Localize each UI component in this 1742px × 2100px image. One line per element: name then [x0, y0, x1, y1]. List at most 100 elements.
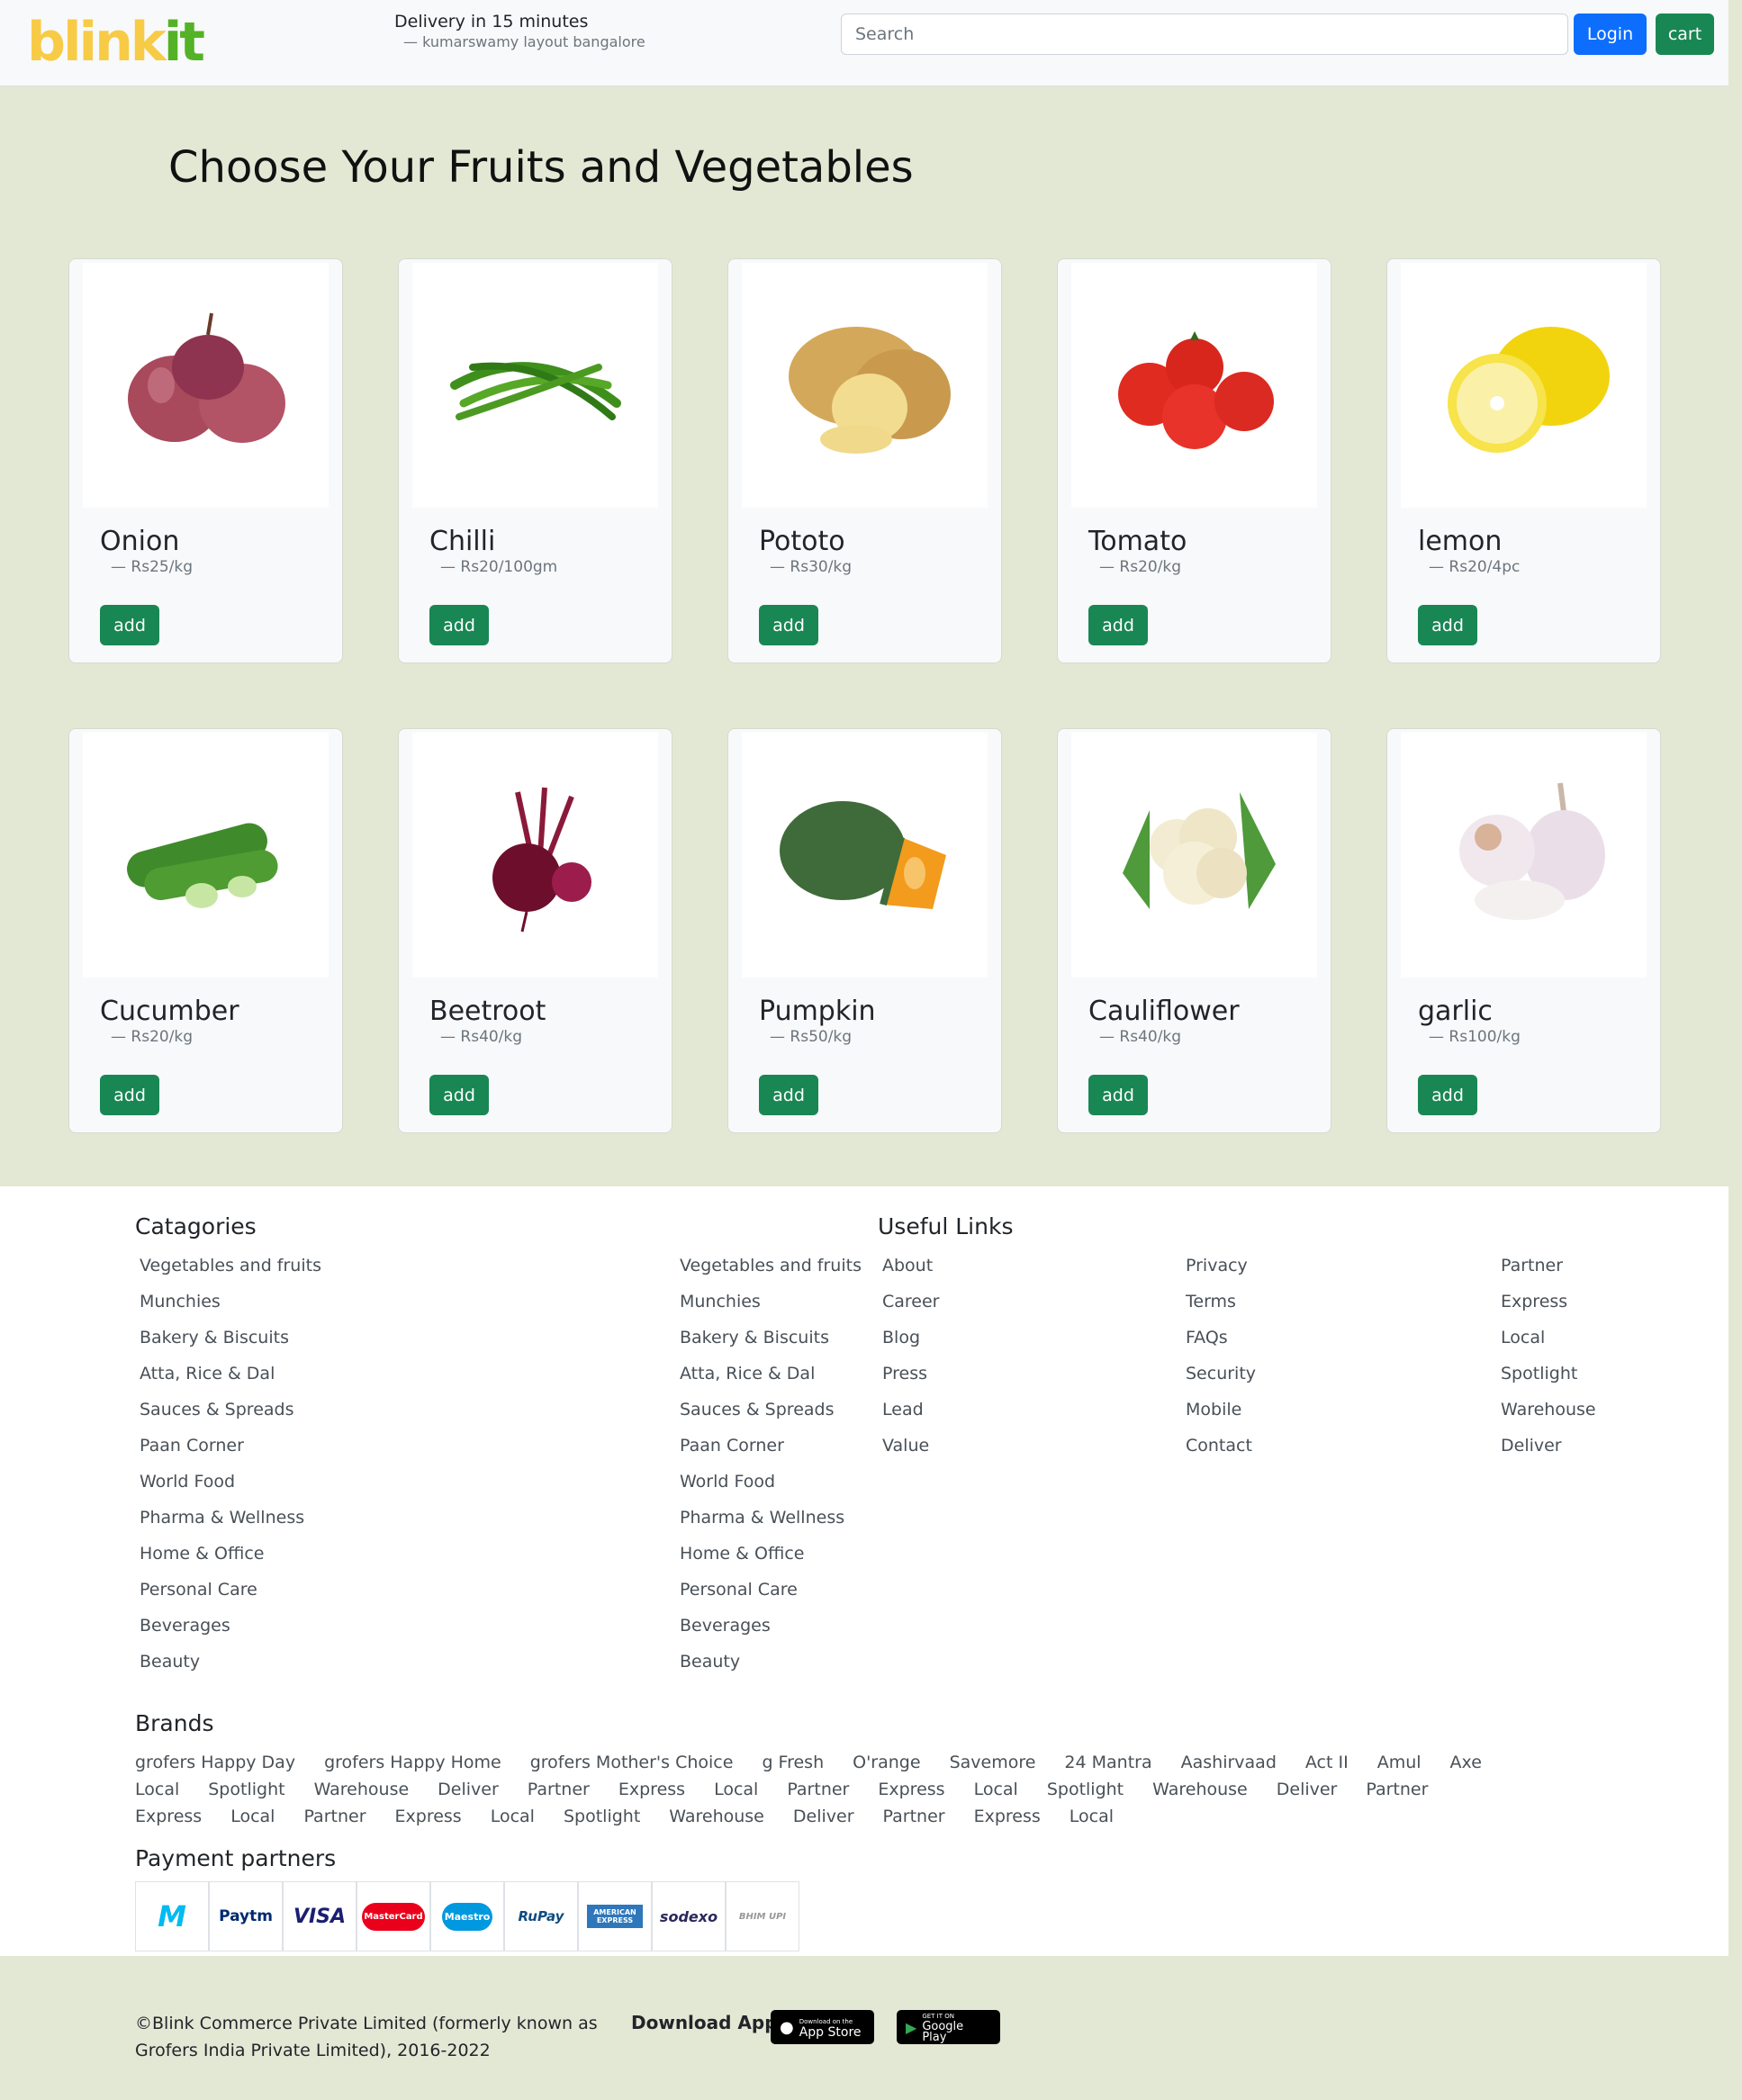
category-link[interactable]: Bakery & Biscuits: [140, 1325, 321, 1361]
brand-link[interactable]: grofers Mother's Choice: [530, 1749, 734, 1776]
useful-link[interactable]: Express: [1501, 1289, 1596, 1325]
google-play-badge[interactable]: ▶ GET IT ON Google Play: [897, 2010, 1000, 2044]
add-to-cart-button[interactable]: add: [1418, 1075, 1477, 1115]
brand-link[interactable]: Express: [395, 1803, 462, 1830]
useful-link[interactable]: FAQs: [1186, 1325, 1256, 1361]
blinkit-logo[interactable]: blinkit: [27, 11, 205, 74]
brand-link[interactable]: Deliver: [438, 1776, 499, 1803]
brand-link[interactable]: Amul: [1377, 1749, 1422, 1776]
app-store-badge[interactable]: ● Download on the App Store: [771, 2010, 874, 2044]
brand-link[interactable]: Warehouse: [669, 1803, 764, 1830]
brand-link[interactable]: Local: [230, 1803, 275, 1830]
useful-link[interactable]: Press: [882, 1361, 940, 1397]
add-to-cart-button[interactable]: add: [1088, 1075, 1148, 1115]
brand-link[interactable]: Partner: [787, 1776, 849, 1803]
category-link[interactable]: Munchies: [140, 1289, 321, 1325]
category-link[interactable]: Pharma & Wellness: [680, 1505, 862, 1541]
useful-link[interactable]: Terms: [1186, 1289, 1256, 1325]
useful-link[interactable]: Blog: [882, 1325, 940, 1361]
brand-link[interactable]: Local: [974, 1776, 1018, 1803]
brand-link[interactable]: Savemore: [950, 1749, 1036, 1776]
brand-link[interactable]: Act II: [1305, 1749, 1349, 1776]
useful-link[interactable]: Career: [882, 1289, 940, 1325]
brand-link[interactable]: Partner: [1366, 1776, 1428, 1803]
category-link[interactable]: Beverages: [680, 1613, 862, 1649]
add-to-cart-button[interactable]: add: [1418, 605, 1477, 645]
useful-links-list-1: About Career Blog Press Lead Value: [882, 1253, 940, 1469]
cart-button[interactable]: cart: [1656, 14, 1714, 55]
brand-link[interactable]: Axe: [1450, 1749, 1482, 1776]
brand-link[interactable]: Partner: [528, 1776, 590, 1803]
brand-link[interactable]: Deliver: [793, 1803, 854, 1830]
add-to-cart-button[interactable]: add: [100, 605, 159, 645]
category-link[interactable]: Vegetables and fruits: [680, 1253, 862, 1289]
category-link[interactable]: Paan Corner: [680, 1433, 862, 1469]
category-link[interactable]: Personal Care: [140, 1577, 321, 1613]
brand-link[interactable]: Express: [618, 1776, 685, 1803]
useful-link[interactable]: Security: [1186, 1361, 1256, 1397]
category-link[interactable]: Atta, Rice & Dal: [140, 1361, 321, 1397]
product-price: — Rs20/kg: [111, 1028, 194, 1046]
brand-link[interactable]: Warehouse: [1152, 1776, 1248, 1803]
category-link[interactable]: Bakery & Biscuits: [680, 1325, 862, 1361]
login-button[interactable]: Login: [1574, 14, 1647, 55]
brand-link[interactable]: Local: [1070, 1803, 1114, 1830]
category-link[interactable]: Paan Corner: [140, 1433, 321, 1469]
brand-link[interactable]: O'range: [853, 1749, 920, 1776]
brand-link[interactable]: Partner: [303, 1803, 366, 1830]
brand-link[interactable]: g Fresh: [762, 1749, 824, 1776]
category-link[interactable]: Beverages: [140, 1613, 321, 1649]
category-link[interactable]: Beauty: [140, 1649, 321, 1685]
category-link[interactable]: Home & Office: [680, 1541, 862, 1577]
add-to-cart-button[interactable]: add: [1088, 605, 1148, 645]
category-link[interactable]: Pharma & Wellness: [140, 1505, 321, 1541]
brand-link[interactable]: Warehouse: [314, 1776, 410, 1803]
cucumber-image: [83, 733, 329, 978]
category-link[interactable]: World Food: [680, 1469, 862, 1505]
brand-link[interactable]: Express: [974, 1803, 1041, 1830]
category-link[interactable]: Personal Care: [680, 1577, 862, 1613]
useful-link[interactable]: Deliver: [1501, 1433, 1596, 1469]
category-link[interactable]: Sauces & Spreads: [680, 1397, 862, 1433]
useful-link[interactable]: Local: [1501, 1325, 1596, 1361]
search-input[interactable]: [841, 14, 1568, 55]
category-link[interactable]: Munchies: [680, 1289, 862, 1325]
useful-link[interactable]: Warehouse: [1501, 1397, 1596, 1433]
useful-link[interactable]: Value: [882, 1433, 940, 1469]
brand-link[interactable]: grofers Happy Home: [324, 1749, 501, 1776]
brand-link[interactable]: Local: [491, 1803, 535, 1830]
brand-link[interactable]: Partner: [883, 1803, 945, 1830]
brand-link[interactable]: Local: [714, 1776, 758, 1803]
add-to-cart-button[interactable]: add: [100, 1075, 159, 1115]
product-card: lemon — Rs20/4pc add: [1386, 258, 1661, 663]
add-to-cart-button[interactable]: add: [429, 605, 489, 645]
useful-link[interactable]: Mobile: [1186, 1397, 1256, 1433]
category-link[interactable]: Home & Office: [140, 1541, 321, 1577]
bottom-bar: ©Blink Commerce Private Limited (formerl…: [0, 1956, 1742, 2100]
delivery-info: Delivery in 15 minutes — kumarswamy layo…: [394, 11, 645, 52]
brand-link[interactable]: Spotlight: [564, 1803, 640, 1830]
brand-link[interactable]: Aashirvaad: [1181, 1749, 1277, 1776]
useful-link[interactable]: Contact: [1186, 1433, 1256, 1469]
useful-link[interactable]: Partner: [1501, 1253, 1596, 1289]
useful-link[interactable]: Spotlight: [1501, 1361, 1596, 1397]
category-link[interactable]: Vegetables and fruits: [140, 1253, 321, 1289]
brand-link[interactable]: Deliver: [1277, 1776, 1338, 1803]
add-to-cart-button[interactable]: add: [429, 1075, 489, 1115]
category-link[interactable]: Sauces & Spreads: [140, 1397, 321, 1433]
useful-link[interactable]: Privacy: [1186, 1253, 1256, 1289]
brand-link[interactable]: Spotlight: [1047, 1776, 1124, 1803]
brand-link[interactable]: Express: [878, 1776, 944, 1803]
brand-link[interactable]: Spotlight: [208, 1776, 284, 1803]
category-link[interactable]: World Food: [140, 1469, 321, 1505]
category-link[interactable]: Beauty: [680, 1649, 862, 1685]
brand-link[interactable]: grofers Happy Day: [135, 1749, 295, 1776]
brand-link[interactable]: Express: [135, 1803, 202, 1830]
add-to-cart-button[interactable]: add: [759, 605, 818, 645]
category-link[interactable]: Atta, Rice & Dal: [680, 1361, 862, 1397]
brand-link[interactable]: Local: [135, 1776, 179, 1803]
add-to-cart-button[interactable]: add: [759, 1075, 818, 1115]
brand-link[interactable]: 24 Mantra: [1064, 1749, 1151, 1776]
useful-link[interactable]: About: [882, 1253, 940, 1289]
useful-link[interactable]: Lead: [882, 1397, 940, 1433]
